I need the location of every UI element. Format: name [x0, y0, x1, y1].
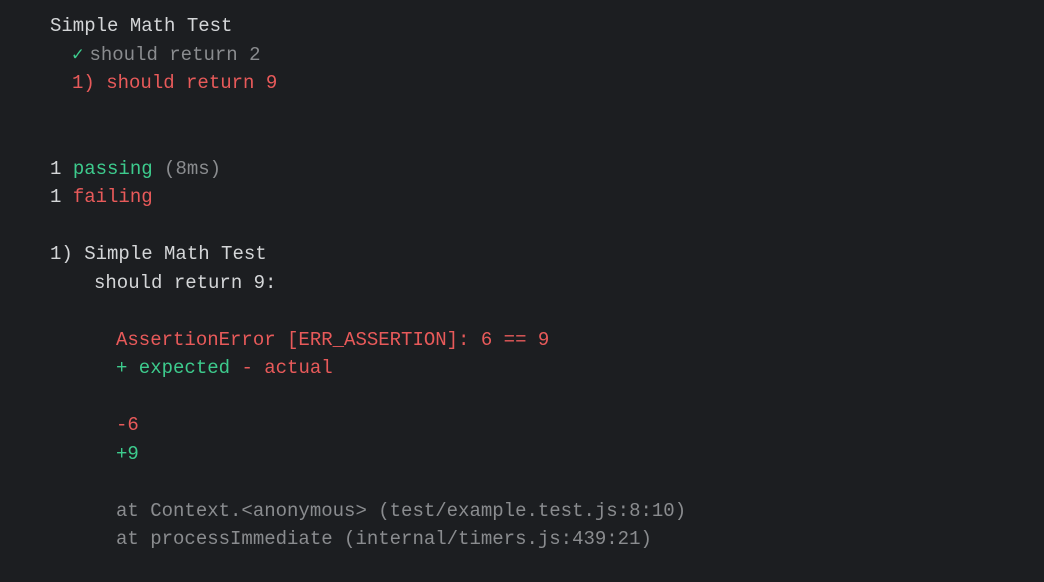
expected-label: + expected [116, 357, 230, 379]
blank-line [50, 468, 1044, 497]
diff-expected: +9 [50, 440, 1044, 469]
suite-title: Simple Math Test [50, 12, 1044, 41]
failure-suite: Simple Math Test [84, 243, 266, 265]
test-fail-line: 1) should return 9 [50, 69, 1044, 98]
duration: (8ms) [164, 158, 221, 180]
failing-count: 1 [50, 186, 61, 208]
failing-word: failing [73, 186, 153, 208]
expected-actual-legend: + expected - actual [50, 354, 1044, 383]
check-icon: ✓ [72, 44, 83, 66]
stack-trace-line: at Context.<anonymous> (test/example.tes… [50, 497, 1044, 526]
blank-line [50, 126, 1044, 155]
test-name: should return 9 [106, 72, 277, 94]
failure-header-line2: should return 9: [50, 269, 1044, 298]
blank-line [50, 297, 1044, 326]
terminal-output: Simple Math Test ✓ should return 2 1) sho… [50, 12, 1044, 554]
blank-line [50, 98, 1044, 127]
passing-word: passing [73, 158, 153, 180]
fail-marker: 1) [72, 72, 95, 94]
diff-actual: -6 [50, 411, 1044, 440]
failure-index: 1) [50, 243, 73, 265]
summary-failing: 1 failing [50, 183, 1044, 212]
blank-line [50, 383, 1044, 412]
stack-trace-line: at processImmediate (internal/timers.js:… [50, 525, 1044, 554]
test-name: should return 2 [89, 44, 260, 66]
summary-passing: 1 passing (8ms) [50, 155, 1044, 184]
blank-line [50, 212, 1044, 241]
failure-header-line1: 1) Simple Math Test [50, 240, 1044, 269]
actual-label: - actual [241, 357, 332, 379]
test-pass-line: ✓ should return 2 [50, 41, 1044, 70]
failure-test-name: should return 9: [94, 272, 276, 294]
passing-count: 1 [50, 158, 61, 180]
assertion-error: AssertionError [ERR_ASSERTION]: 6 == 9 [50, 326, 1044, 355]
